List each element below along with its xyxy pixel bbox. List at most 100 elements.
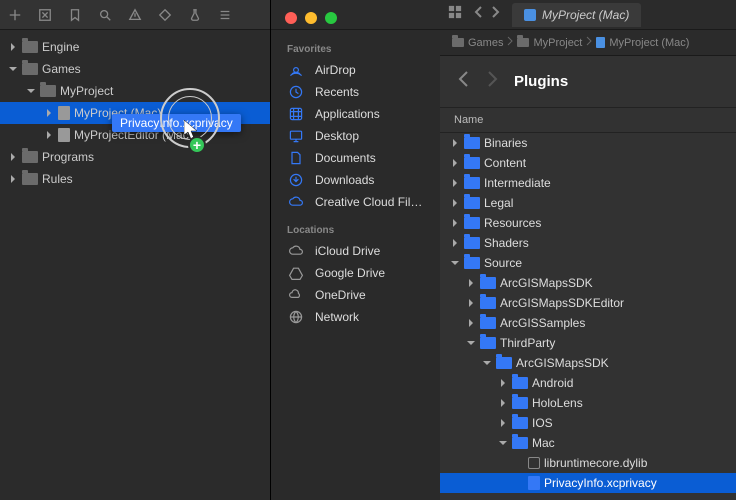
tree-item-myproject[interactable]: MyProject: [0, 80, 270, 102]
tree-item-games[interactable]: Games: [0, 58, 270, 80]
tab-forward-icon[interactable]: [490, 5, 500, 24]
browser-item-intermediate[interactable]: Intermediate: [440, 173, 736, 193]
browser-item-arcgissamples[interactable]: ArcGISSamples: [440, 313, 736, 333]
browser-item-ios[interactable]: IOS: [440, 413, 736, 433]
folder-icon: [512, 417, 528, 429]
disclosure-icon[interactable]: [498, 418, 508, 428]
disclosure-icon[interactable]: [450, 178, 460, 188]
finder-item-onedrive[interactable]: OneDrive: [271, 284, 440, 306]
disclosure-icon[interactable]: [450, 198, 460, 208]
link-icon[interactable]: [218, 8, 232, 22]
finder-item-icloud-drive[interactable]: iCloud Drive: [271, 240, 440, 262]
disclosure-icon[interactable]: [450, 158, 460, 168]
warning-icon[interactable]: [128, 8, 142, 22]
tree-item-label: Engine: [42, 40, 79, 54]
tab-file-icon: [524, 9, 536, 21]
browser-item-arcgismapssdk[interactable]: ArcGISMapsSDK: [440, 273, 736, 293]
finder-item-airdrop[interactable]: AirDrop: [271, 59, 440, 81]
zoom-window-button[interactable]: [325, 12, 337, 24]
flask-icon[interactable]: [188, 8, 202, 22]
browser-item-android[interactable]: Android: [440, 373, 736, 393]
browser-item-source[interactable]: Source: [440, 253, 736, 273]
finder-item-documents[interactable]: Documents: [271, 147, 440, 169]
browser-item-legal[interactable]: Legal: [440, 193, 736, 213]
disclosure-icon[interactable]: [466, 278, 476, 288]
browser-item-label: ArcGISMapsSDK: [516, 356, 609, 370]
close-window-button[interactable]: [285, 12, 297, 24]
folder-icon: [512, 377, 528, 389]
browser-item-label: Source: [484, 256, 522, 270]
folder-icon: [452, 38, 464, 47]
disclosure-icon[interactable]: [482, 358, 492, 368]
browser-item-shaders[interactable]: Shaders: [440, 233, 736, 253]
search-icon[interactable]: [98, 8, 112, 22]
disclosure-icon[interactable]: [450, 138, 460, 148]
disclosure-icon[interactable]: [450, 238, 460, 248]
breadcrumb-item[interactable]: MyProject (Mac): [596, 37, 689, 49]
browser-item-label: IOS: [532, 416, 553, 430]
browser-item-binaries[interactable]: Binaries: [440, 133, 736, 153]
disclosure-icon[interactable]: [44, 108, 54, 118]
folder-icon: [22, 173, 38, 185]
doc-icon: [287, 149, 305, 167]
checkbox[interactable]: [528, 457, 540, 469]
disclosure-icon[interactable]: [450, 258, 460, 268]
disclosure-icon[interactable]: [498, 438, 508, 448]
browser-forward-button[interactable]: [486, 70, 498, 93]
browser-item-thirdparty[interactable]: ThirdParty: [440, 333, 736, 353]
disclosure-icon[interactable]: [466, 318, 476, 328]
browser-item-resources[interactable]: Resources: [440, 213, 736, 233]
browser-item-arcgismapssdkeditor[interactable]: ArcGISMapsSDKEditor: [440, 293, 736, 313]
disclosure-icon[interactable]: [26, 86, 36, 96]
finder-sidebar: Favorites AirDropRecentsApplicationsDesk…: [270, 0, 440, 500]
disclosure-icon[interactable]: [8, 174, 18, 184]
finder-item-applications[interactable]: Applications: [271, 103, 440, 125]
tree-item-rules[interactable]: Rules: [0, 168, 270, 190]
finder-item-network[interactable]: Network: [271, 306, 440, 328]
browser-item-privacyinfo-xcprivacy[interactable]: PrivacyInfo.xcprivacy: [440, 473, 736, 493]
finder-item-creative-cloud-fil-[interactable]: Creative Cloud Fil…: [271, 191, 440, 213]
finder-item-downloads[interactable]: Downloads: [271, 169, 440, 191]
folder-icon: [22, 151, 38, 163]
column-name[interactable]: Name: [440, 108, 736, 132]
finder-item-recents[interactable]: Recents: [271, 81, 440, 103]
editor-tab[interactable]: MyProject (Mac): [512, 3, 641, 27]
browser-item-mac[interactable]: Mac: [440, 433, 736, 453]
tree-item-engine[interactable]: Engine: [0, 36, 270, 58]
tab-back-icon[interactable]: [474, 5, 484, 24]
disclosure-icon[interactable]: [8, 64, 18, 74]
finder-item-google-drive[interactable]: Google Drive: [271, 262, 440, 284]
bookmark-icon[interactable]: [68, 8, 82, 22]
finder-item-label: Network: [315, 310, 359, 324]
disclosure-icon[interactable]: [466, 338, 476, 348]
browser-item-label: Mac: [532, 436, 555, 450]
plus-icon[interactable]: [8, 8, 22, 22]
browser-item-libruntimecore-dylib[interactable]: libruntimecore.dylib: [440, 453, 736, 473]
folder-icon: [480, 337, 496, 349]
breadcrumb-item[interactable]: Games: [452, 37, 503, 49]
disclosure-icon[interactable]: [498, 398, 508, 408]
tree-item-programs[interactable]: Programs: [0, 146, 270, 168]
browser-back-button[interactable]: [458, 70, 470, 93]
finder-item-desktop[interactable]: Desktop: [271, 125, 440, 147]
grid-icon[interactable]: [448, 5, 462, 24]
browser-item-arcgismapssdk[interactable]: ArcGISMapsSDK: [440, 353, 736, 373]
diamond-icon[interactable]: [158, 8, 172, 22]
disclosure-icon[interactable]: [8, 42, 18, 52]
browser-item-content[interactable]: Content: [440, 153, 736, 173]
disclosure-icon[interactable]: [498, 378, 508, 388]
disclosure-icon[interactable]: [450, 218, 460, 228]
disclosure-icon[interactable]: [44, 130, 54, 140]
browser-item-label: ArcGISMapsSDK: [500, 276, 593, 290]
finder-item-label: AirDrop: [315, 63, 356, 77]
x-square-icon[interactable]: [38, 8, 52, 22]
breadcrumb-item[interactable]: MyProject: [517, 37, 582, 49]
disclosure-icon[interactable]: [466, 298, 476, 308]
browser-item-hololens[interactable]: HoloLens: [440, 393, 736, 413]
finder-item-label: Desktop: [315, 129, 359, 143]
file-icon: [528, 476, 540, 490]
disclosure-icon[interactable]: [8, 152, 18, 162]
finder-item-label: iCloud Drive: [315, 244, 380, 258]
minimize-window-button[interactable]: [305, 12, 317, 24]
download-icon: [287, 171, 305, 189]
